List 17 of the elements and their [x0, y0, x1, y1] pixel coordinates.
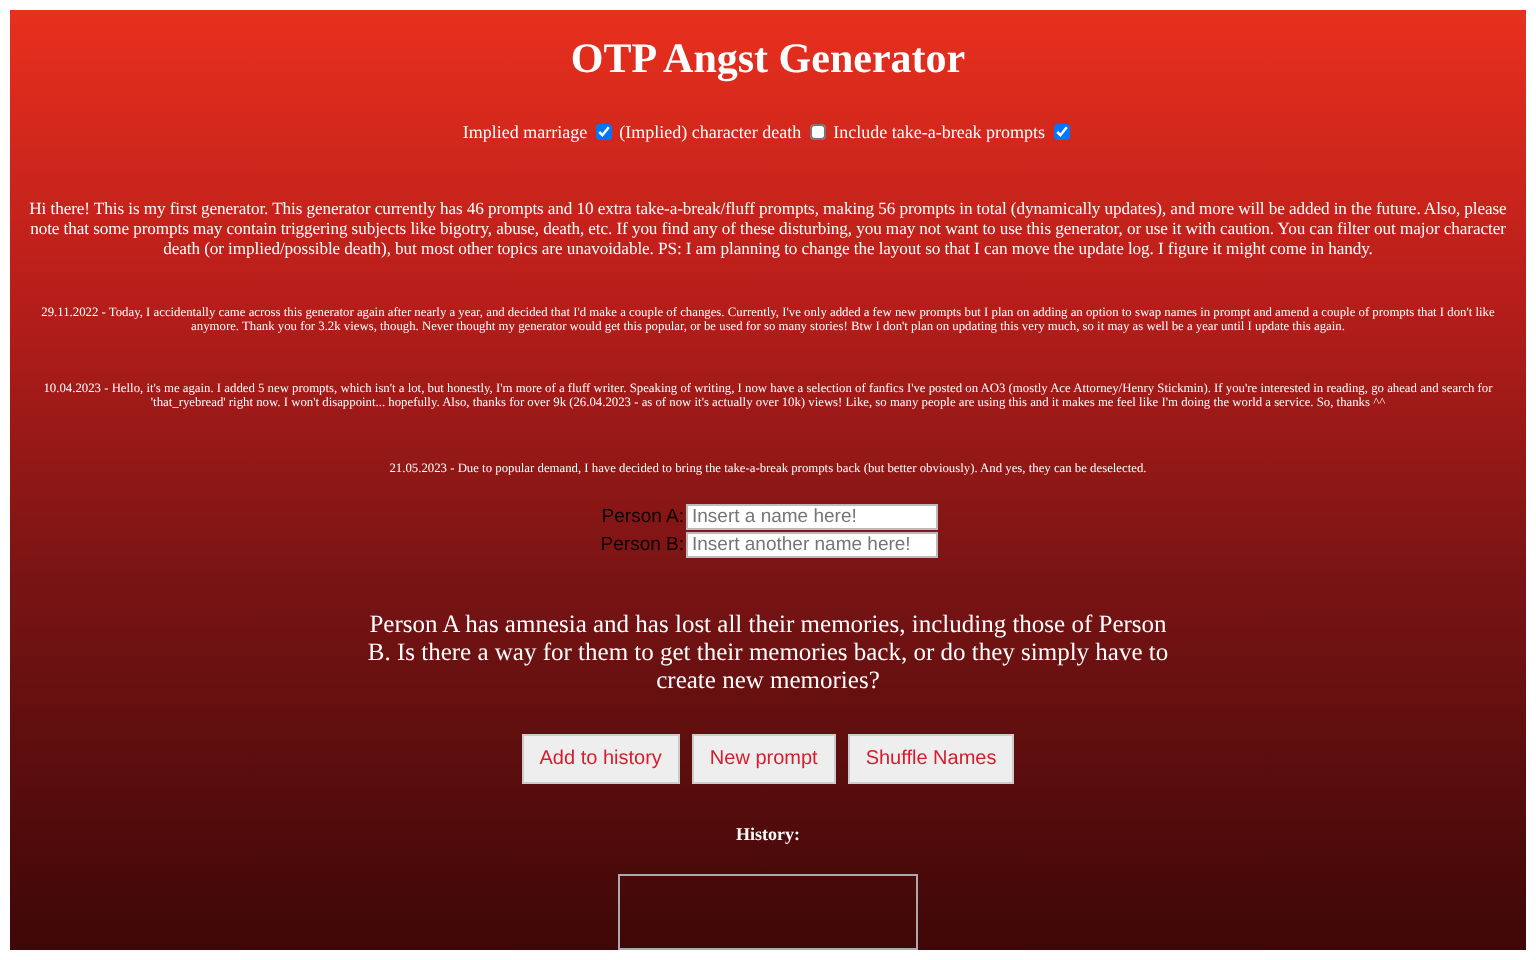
action-button[interactable]: New prompt	[691, 734, 836, 784]
option-checkbox[interactable]	[809, 124, 826, 140]
field-label: Person A:	[599, 506, 684, 528]
history-label: History:	[736, 824, 800, 844]
prompt-text: Person A has amnesia and has lost all their memories, including those of Person B. Is there a way for them to get their memories back, or do they simply have to create new memories?	[365, 610, 1171, 694]
name-field[interactable]: Insert another name here!	[686, 532, 938, 558]
field-label: Person B:	[598, 534, 684, 556]
option-checkbox[interactable]	[595, 124, 612, 140]
option-label: Implied marriage	[462, 122, 588, 142]
intro-text: Hi there! This is my first generator. This generator currently has 46 prompts and 10 extra take-a-break/fluff prompts, making 56 prompts in total (dynamically updates), and more will be added in the future. Also, please note that some prompts may contain triggering subjects like bigotry, abuse, death, etc. If you find any of these disturbing, you may not want to use this generator, or use it with caution. You can filter out major character death (or implied/possible death), but most other topics are unavoidable. PS: I am planning to change the layout so that I can move the update log. I figure it might come in handy.	[27, 198, 1509, 258]
option-label: (Implied) character death	[619, 122, 802, 142]
action-button[interactable]: Shuffle Names	[847, 734, 1015, 784]
page-title: OTP Angst Generator	[570, 34, 966, 84]
name-field[interactable]: Insert a name here!	[686, 504, 938, 530]
action-button[interactable]: Add to history	[521, 734, 680, 784]
option-label: Include take-a-break prompts	[833, 122, 1046, 142]
option-checkbox[interactable]	[1053, 124, 1070, 140]
